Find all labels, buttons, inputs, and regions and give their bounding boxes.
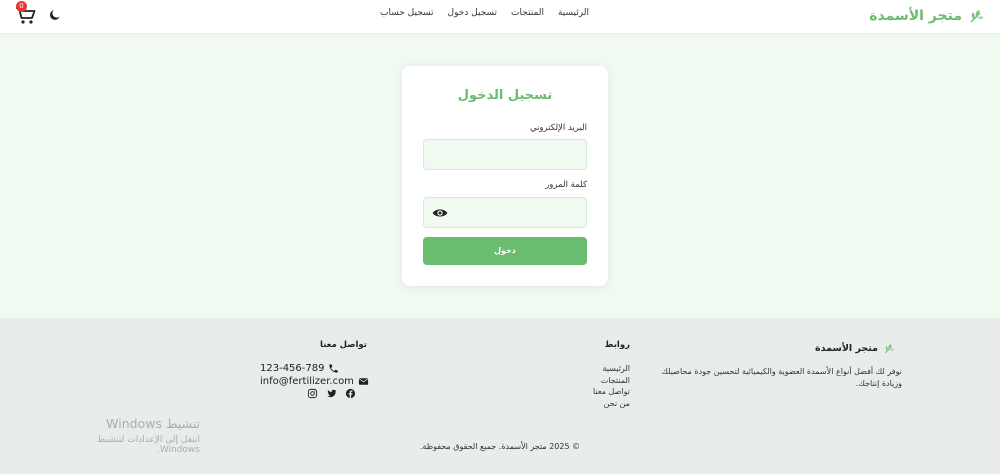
footer-brand-text: متجر الأسمدة xyxy=(815,343,878,354)
footer-link-home[interactable]: الرئيسية xyxy=(593,363,630,375)
moon-icon[interactable] xyxy=(48,8,62,22)
footer-link-about[interactable]: من نحن xyxy=(593,398,630,410)
main-nav: الرئيسية المنتجات تسجيل دخول تسجيل حساب xyxy=(380,8,589,18)
cart-button[interactable]: 0 xyxy=(14,1,38,27)
email-field[interactable] xyxy=(423,139,587,170)
nav-home[interactable]: الرئيسية xyxy=(558,8,589,18)
cart-count-badge: 0 xyxy=(16,1,27,12)
logo-text: متجر الأسمدة xyxy=(869,8,962,24)
leaf-icon xyxy=(970,10,984,23)
facebook-icon[interactable] xyxy=(345,388,356,399)
nav-register[interactable]: تسجيل حساب xyxy=(380,8,434,18)
twitter-icon[interactable] xyxy=(326,388,337,399)
envelope-icon xyxy=(358,377,369,385)
watermark-title: تنشيط Windows xyxy=(106,416,200,431)
site-logo[interactable]: متجر الأسمدة xyxy=(869,5,986,27)
password-field[interactable] xyxy=(423,197,587,228)
eye-icon[interactable] xyxy=(432,206,448,220)
header-actions: 0 xyxy=(14,1,62,27)
contact-phone: 123-456-789 xyxy=(260,362,325,374)
contact-email-row: info@fertilizer.com xyxy=(260,375,369,387)
social-links xyxy=(307,388,369,399)
footer-brand: متجر الأسمدة xyxy=(815,342,896,355)
footer-links-title: روابط xyxy=(604,340,630,350)
footer-links: الرئيسية المنتجات تواصل معنا من نحن xyxy=(593,363,630,409)
email-label: البريد الإلكتروني xyxy=(529,123,587,133)
nav-login[interactable]: تسجيل دخول xyxy=(448,8,498,18)
instagram-icon[interactable] xyxy=(307,388,318,399)
watermark-subtitle: انتقل إلى الإعدادات لتنشيط Windows. xyxy=(96,435,200,455)
footer-description: نوفر لك أفضل أنواع الأسمدة العضوية والكي… xyxy=(661,367,902,388)
login-title: تسجيل الدخول xyxy=(457,88,553,103)
contact-email[interactable]: info@fertilizer.com xyxy=(260,376,354,387)
password-label: كلمة المرور xyxy=(545,180,587,190)
footer-contact-title: تواصل معنا xyxy=(320,340,367,350)
nav-products[interactable]: المنتجات xyxy=(511,8,544,18)
footer-link-contact[interactable]: تواصل معنا xyxy=(593,386,630,398)
phone-icon xyxy=(329,363,339,373)
footer-link-products[interactable]: المنتجات xyxy=(593,375,630,387)
site-header: متجر الأسمدة الرئيسية المنتجات تسجيل دخو… xyxy=(0,0,1000,34)
footer-contact: 123-456-789 info@fertilizer.com xyxy=(260,362,369,399)
login-submit-button[interactable]: دخول xyxy=(423,237,587,265)
windows-activation-watermark: تنشيط Windows انتقل إلى الإعدادات لتنشيط… xyxy=(52,416,200,455)
login-card: تسجيل الدخول البريد الإلكتروني كلمة المر… xyxy=(402,66,608,286)
contact-phone-row: 123-456-789 xyxy=(260,362,369,374)
leaf-icon xyxy=(884,344,895,354)
